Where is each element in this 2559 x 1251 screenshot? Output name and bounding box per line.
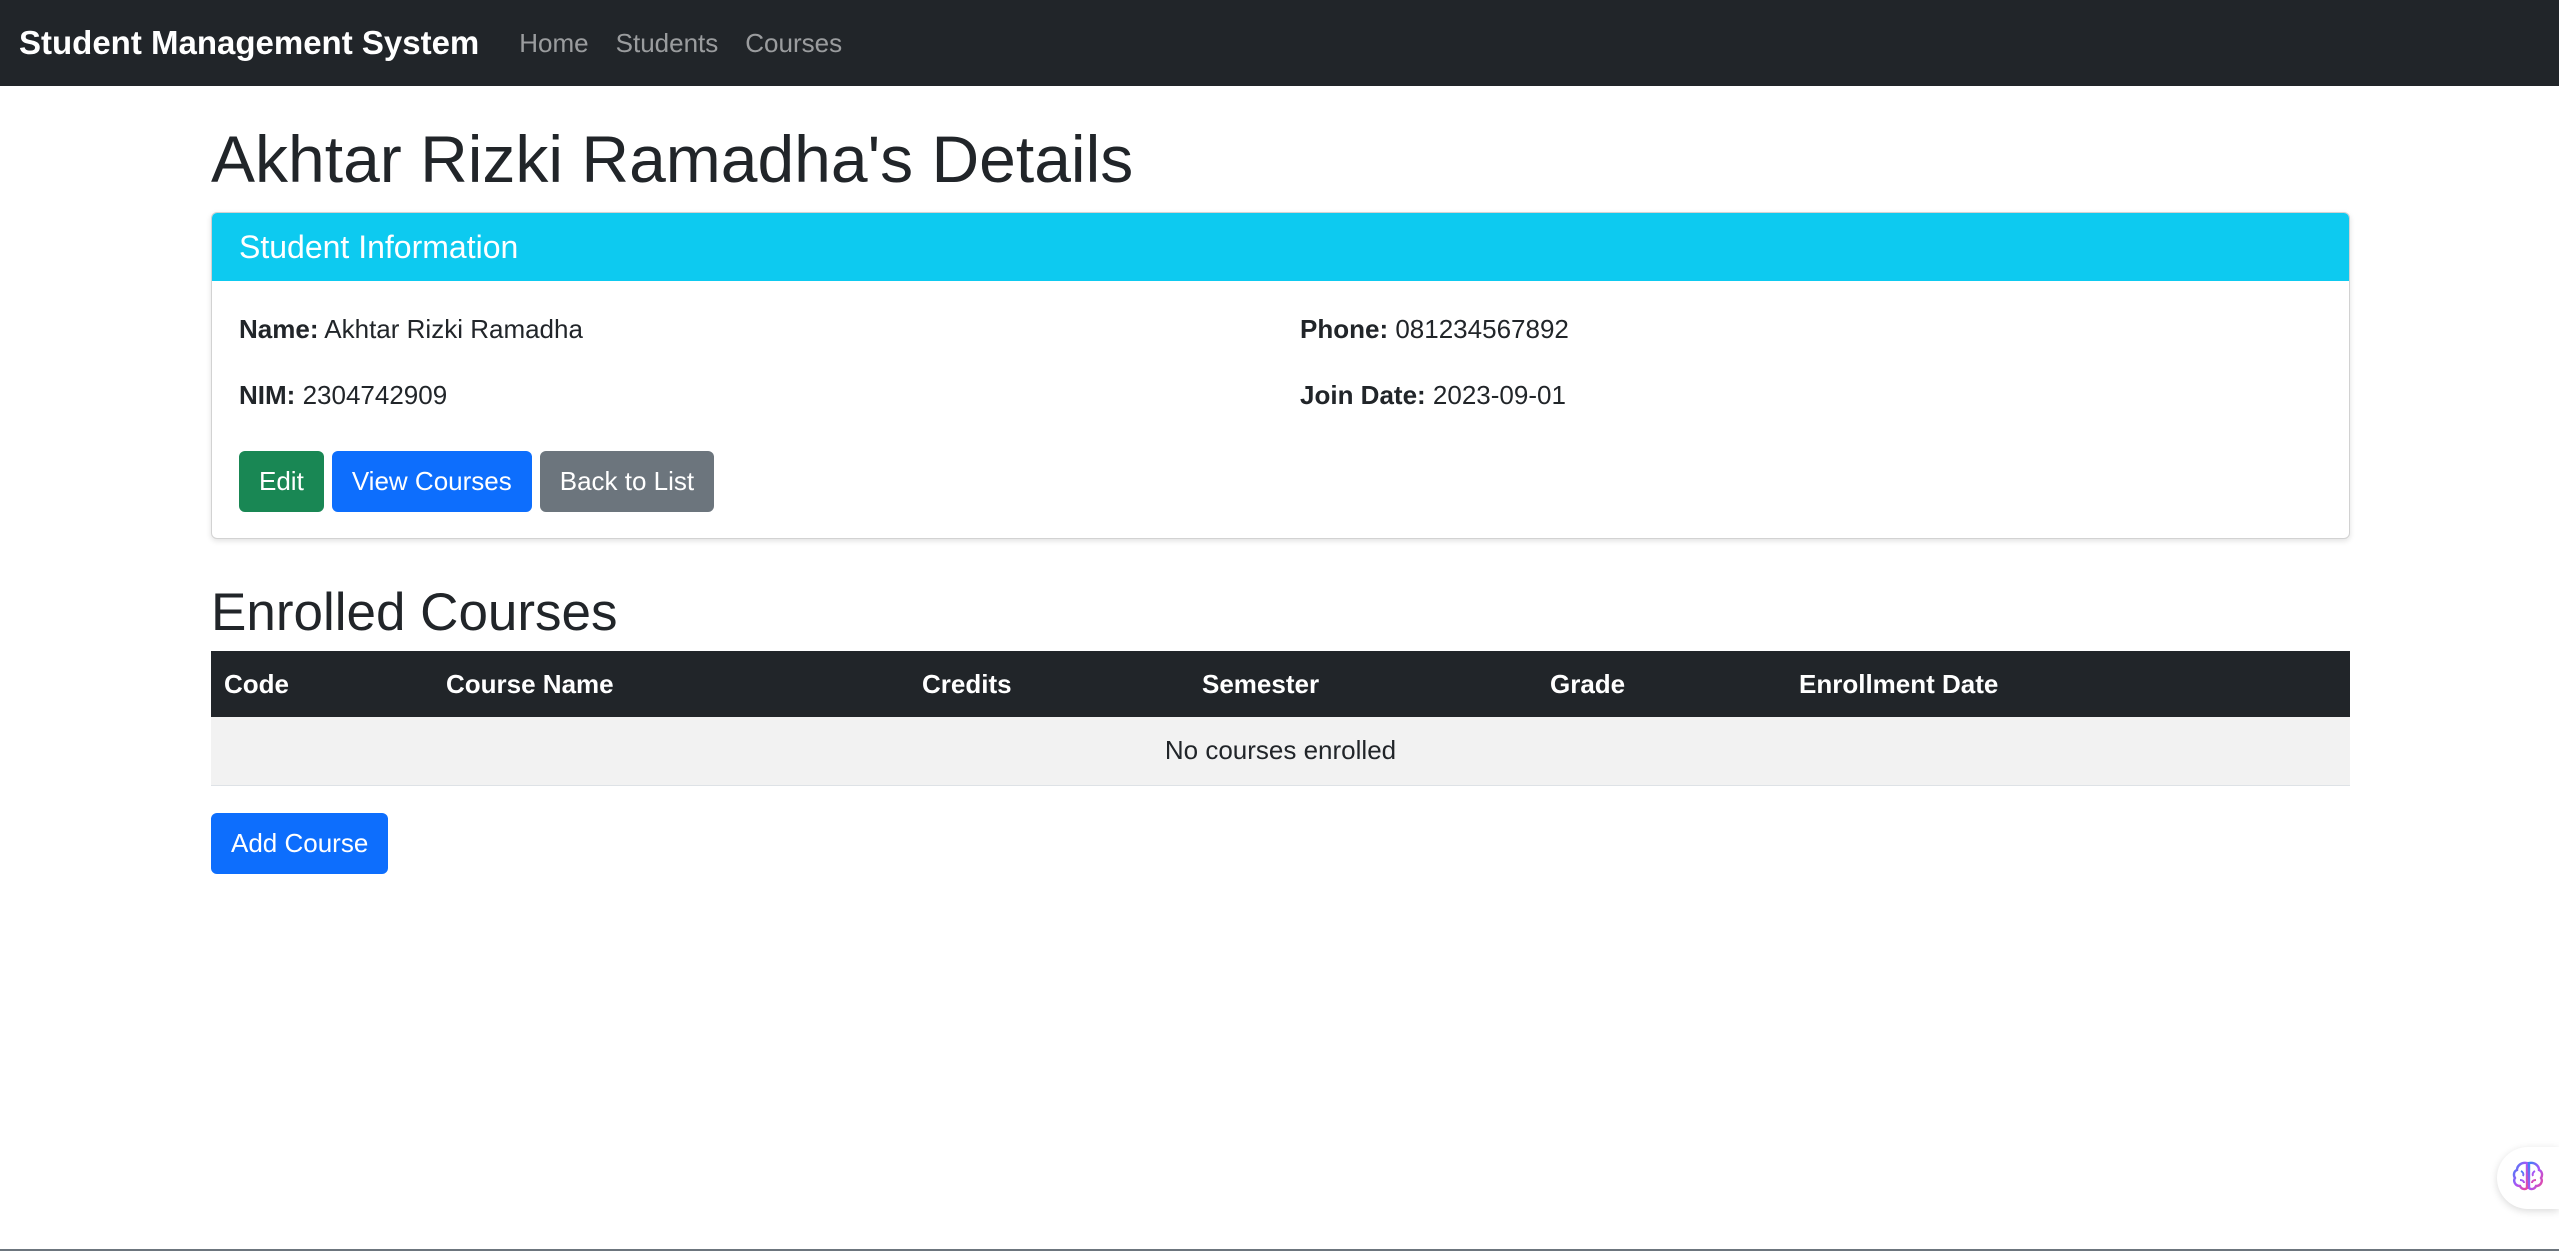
- student-name: Name: Akhtar Rizki Ramadha: [239, 311, 1300, 347]
- column-header-code: Code: [211, 651, 433, 717]
- column-header-enrollment-date: Enrollment Date: [1786, 651, 2350, 717]
- nav-link-students[interactable]: Students: [616, 28, 719, 59]
- view-courses-button[interactable]: View Courses: [331, 451, 532, 512]
- edit-button[interactable]: Edit: [239, 451, 324, 512]
- column-header-credits: Credits: [909, 651, 1189, 717]
- nim-label: NIM:: [239, 380, 296, 410]
- page-title: Akhtar Rizki Ramadha's Details: [211, 122, 1134, 196]
- phone-value: 081234567892: [1395, 314, 1569, 344]
- table-row: No courses enrolled: [211, 717, 2350, 786]
- card-body: Name: Akhtar Rizki Ramadha Phone: 081234…: [212, 281, 2349, 538]
- phone-label: Phone:: [1300, 314, 1389, 344]
- name-label: Name:: [239, 314, 319, 344]
- table-header-row: Code Course Name Credits Semester Grade …: [211, 651, 2350, 717]
- add-course-wrap: Add Course: [211, 812, 2350, 874]
- student-phone: Phone: 081234567892: [1300, 311, 2300, 347]
- column-header-course-name: Course Name: [433, 651, 909, 717]
- card-header: Student Information: [212, 213, 2349, 281]
- brain-icon: [2511, 1159, 2545, 1198]
- action-buttons: Edit View Courses Back to List: [239, 451, 2322, 512]
- navbar: Student Management System Home Students …: [0, 0, 2559, 86]
- column-header-semester: Semester: [1189, 651, 1537, 717]
- name-value: Akhtar Rizki Ramadha: [324, 314, 583, 344]
- enrolled-courses-title: Enrolled Courses: [211, 583, 618, 642]
- floating-assistant-button[interactable]: [2497, 1147, 2559, 1209]
- navbar-brand[interactable]: Student Management System: [19, 24, 479, 62]
- info-grid: Name: Akhtar Rizki Ramadha Phone: 081234…: [239, 311, 2322, 413]
- empty-message: No courses enrolled: [211, 717, 2350, 786]
- join-date-label: Join Date:: [1300, 380, 1426, 410]
- main-content: Akhtar Rizki Ramadha's Details Student I…: [211, 86, 2350, 874]
- nav-link-courses[interactable]: Courses: [745, 28, 842, 59]
- join-date-value: 2023-09-01: [1432, 380, 1566, 410]
- student-info-card: Student Information Name: Akhtar Rizki R…: [211, 212, 2350, 539]
- courses-table: Code Course Name Credits Semester Grade …: [211, 651, 2350, 786]
- column-header-grade: Grade: [1537, 651, 1786, 717]
- student-join-date: Join Date: 2023-09-01: [1300, 377, 2300, 413]
- nim-value: 2304742909: [302, 380, 448, 410]
- back-to-list-button[interactable]: Back to List: [539, 451, 715, 512]
- student-nim: NIM: 2304742909: [239, 377, 1300, 413]
- nav-link-home[interactable]: Home: [519, 28, 588, 59]
- add-course-button[interactable]: Add Course: [211, 812, 389, 874]
